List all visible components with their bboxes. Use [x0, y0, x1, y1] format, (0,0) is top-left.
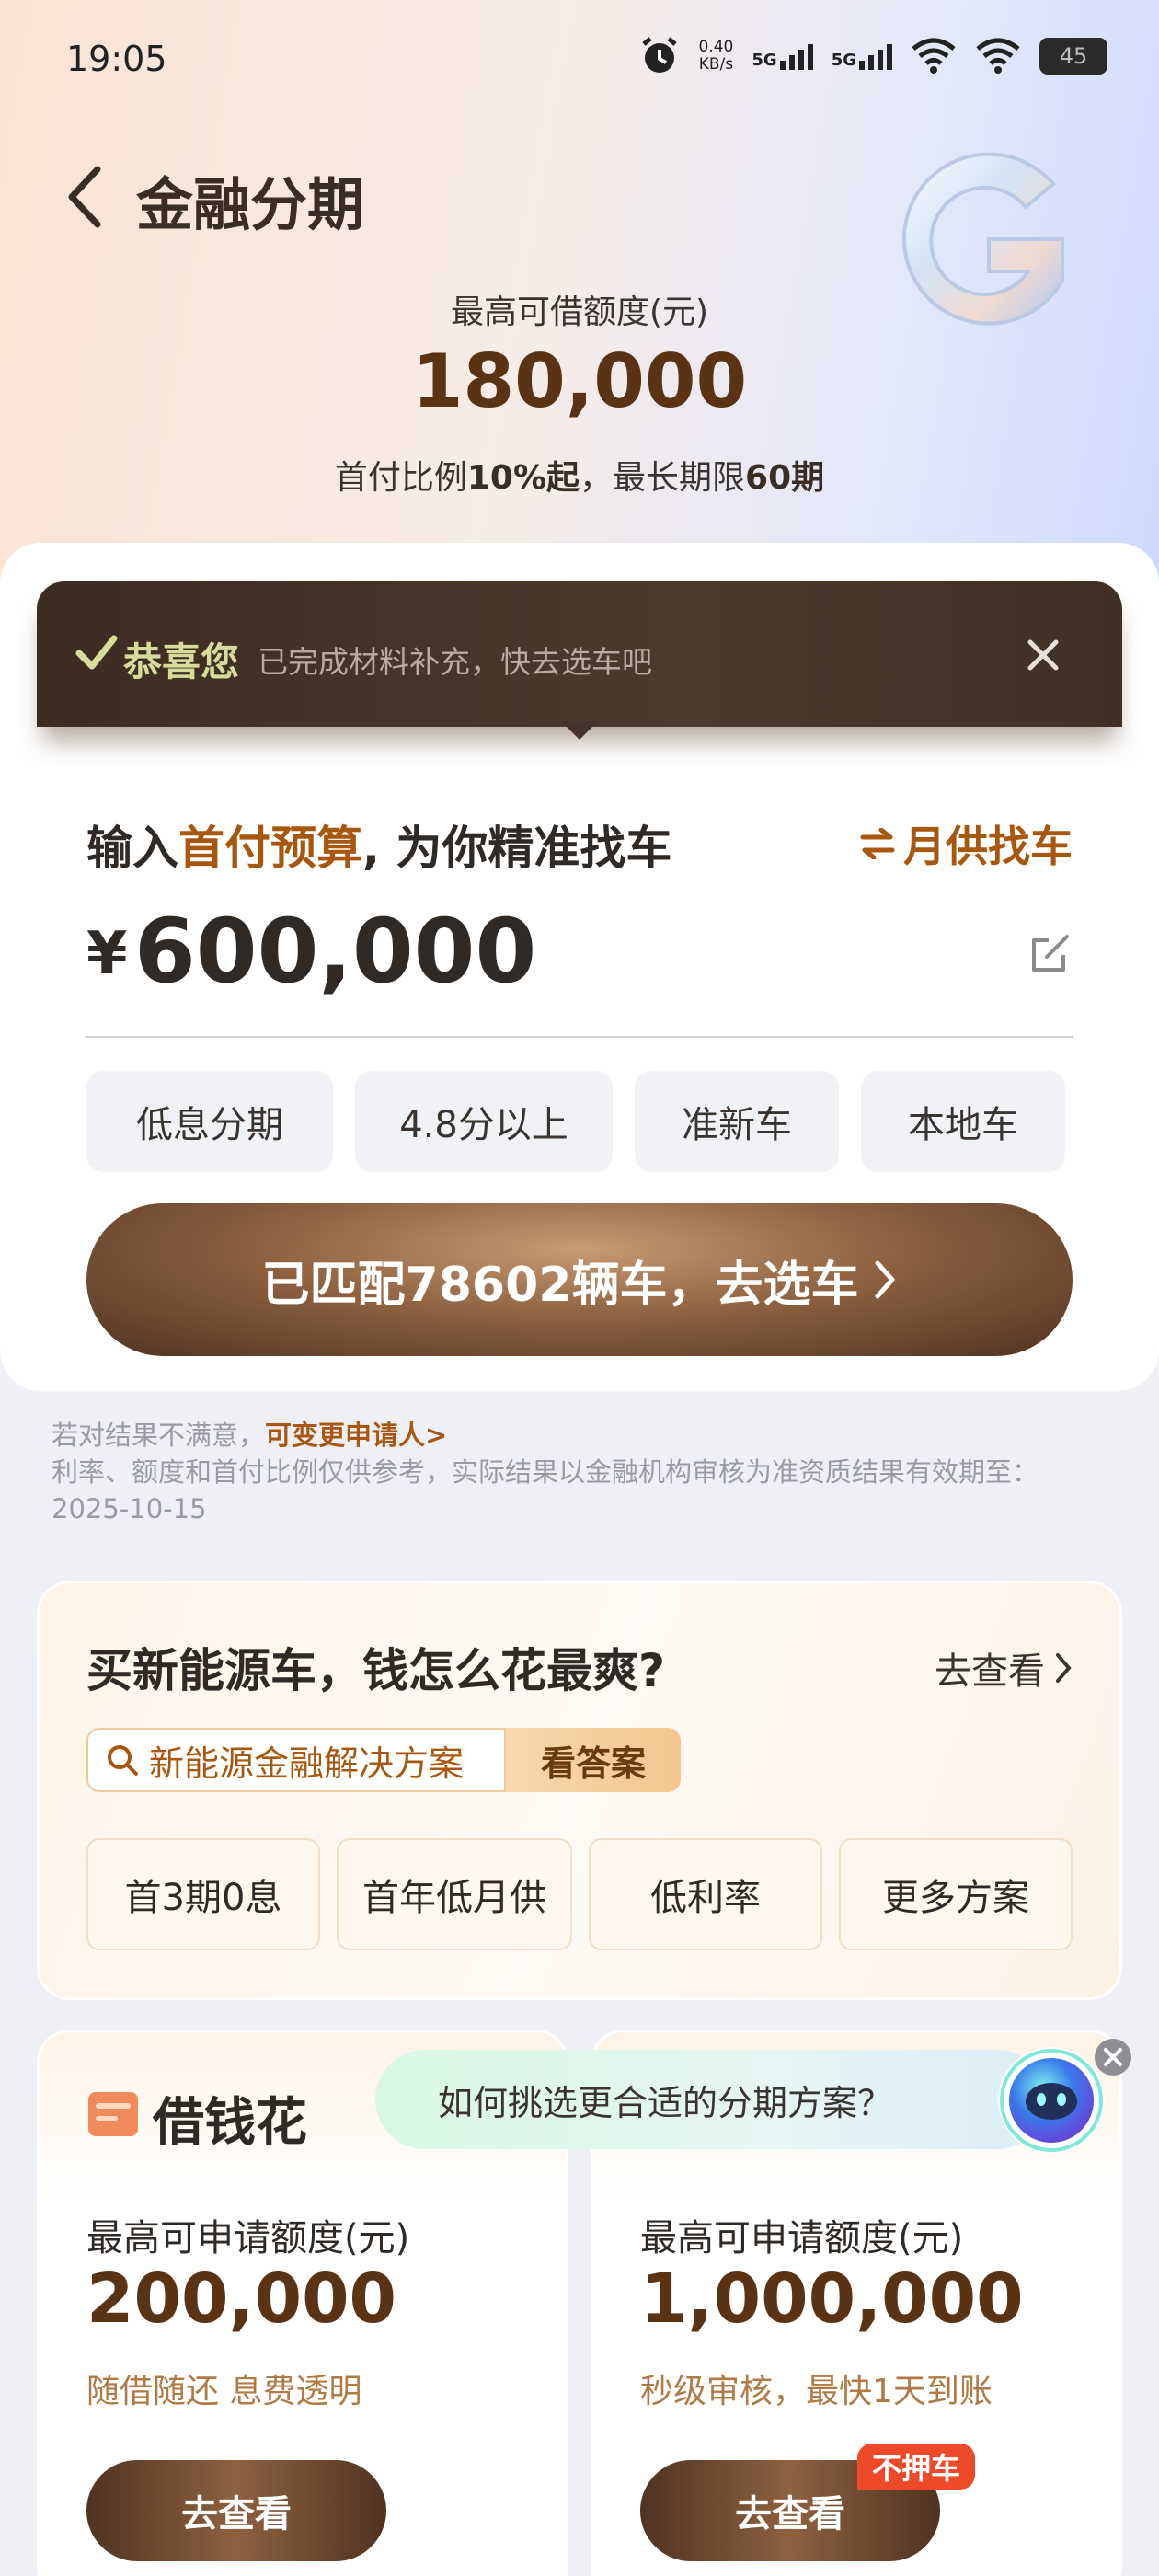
assistant-question: 如何挑选更合适的分期方案？ — [438, 2082, 893, 2123]
alarm-icon — [641, 37, 677, 73]
terms-period: 60期 — [745, 459, 825, 497]
down-payment-input[interactable]: 600,000 — [134, 900, 536, 1003]
input-underline — [86, 1036, 1073, 1038]
filter-chip-low-interest[interactable]: 低息分期 — [86, 1071, 333, 1172]
budget-heading: 输入首付预算, 为你精准找车 — [86, 811, 671, 878]
loan-limit-amount: 200,000 — [86, 2260, 397, 2339]
status-icons: 0.40 KB/s 5G 5G 45 — [638, 35, 1107, 77]
heading-prefix: 输入 — [86, 822, 178, 875]
sim2-label: 5G — [831, 51, 856, 70]
toast-title: 恭喜您 — [123, 639, 240, 684]
disclaimer-body: 利率、额度和首付比例仅供参考，实际结果以金融机构审核为准资质结果有效期至：202… — [52, 1456, 1039, 1524]
terms-mid: ，最长期限 — [580, 459, 746, 497]
sim1-label: 5G — [752, 51, 777, 70]
chevron-right-icon — [875, 1260, 895, 1299]
chevron-right-icon — [1056, 1653, 1072, 1683]
net-speed-unit: KB/s — [698, 55, 734, 74]
change-applicant-link[interactable]: 可变更申请人> — [265, 1420, 447, 1451]
page-title: 金融分期 — [136, 171, 365, 238]
filter-chip-rating[interactable]: 4.8分以上 — [355, 1071, 613, 1172]
ev-plan-chip-low-monthly[interactable]: 首年低月供 — [337, 1838, 572, 1950]
loan-view-button[interactable]: 去查看 — [86, 2460, 386, 2561]
quick-loan-desc: 秒级审核，最快1天到账 — [640, 2373, 993, 2410]
wifi-icon — [912, 38, 956, 74]
filter-chip-local[interactable]: 本地车 — [861, 1071, 1065, 1172]
monthly-payment-search-link[interactable]: 月供找车 — [859, 813, 1073, 874]
ev-view-more-link[interactable]: 去查看 — [935, 1641, 1073, 1695]
ev-card-title: 买新能源车，钱怎么花最爽? — [86, 1644, 666, 1697]
loan-card-desc: 随借随还 息费透明 — [86, 2373, 362, 2410]
ev-plan-chip-zero-interest[interactable]: 首3期0息 — [86, 1838, 320, 1950]
search-icon — [108, 1745, 138, 1776]
back-arrow-icon[interactable] — [64, 164, 105, 230]
assistant-close-icon[interactable] — [1093, 2037, 1133, 2077]
net-speed: 0.40 KB/s — [699, 39, 734, 74]
toast-message: 已完成材料补充，快去选车吧 — [258, 644, 652, 680]
wallet-icon — [88, 2092, 138, 2136]
battery-indicator: 45 — [1039, 38, 1107, 75]
ev-more-label: 去查看 — [935, 1650, 1045, 1693]
credit-limit-amount: 180,000 — [411, 339, 748, 424]
currency-symbol: ¥ — [86, 920, 128, 988]
heading-suffix: , 为你精准找车 — [362, 822, 672, 875]
net-speed-value: 0.40 — [698, 38, 734, 56]
disclaimer-prefix: 若对结果不满意， — [52, 1420, 266, 1451]
ev-search-box[interactable]: 新能源金融解决方案 — [86, 1728, 506, 1792]
assistant-bubble[interactable]: 如何挑选更合适的分期方案？ — [375, 2050, 1047, 2149]
monthly-link-label: 月供找车 — [903, 822, 1073, 871]
loan-card-title: 借钱花 — [153, 2093, 307, 2153]
terms-prefix: 首付比例 — [334, 459, 467, 497]
ev-plan-chip-low-rate[interactable]: 低利率 — [589, 1838, 822, 1950]
signal-sim2-icon: 5G — [832, 42, 892, 70]
close-icon[interactable] — [1025, 637, 1061, 673]
filter-chip-nearly-new[interactable]: 准新车 — [635, 1071, 839, 1172]
disclaimer: 若对结果不满意，可变更申请人> 利率、额度和首付比例仅供参考，实际结果以金融机构… — [52, 1417, 1109, 1527]
wifi-icon-2 — [976, 38, 1020, 74]
edit-icon[interactable] — [1028, 931, 1073, 975]
view-answer-button[interactable]: 看答案 — [506, 1728, 681, 1792]
select-car-button[interactable]: 已匹配78602辆车，去选车 — [86, 1203, 1073, 1356]
check-icon — [75, 635, 118, 670]
no-collateral-badge: 不押车 — [857, 2444, 975, 2490]
signal-sim1-icon: 5G — [752, 42, 813, 70]
ev-plan-chip-more[interactable]: 更多方案 — [839, 1838, 1073, 1950]
terms-ratio: 10%起 — [466, 459, 580, 497]
ev-search-text: 新能源金融解决方案 — [149, 1742, 465, 1784]
credit-limit-label: 最高可借额度(元) — [450, 293, 709, 331]
status-time: 19:05 — [66, 39, 167, 79]
select-car-label: 已匹配78602辆车，去选车 — [261, 1257, 859, 1313]
quick-loan-limit-label: 最高可申请额度(元) — [640, 2217, 964, 2260]
heading-highlight: 首付预算 — [178, 822, 362, 875]
swap-icon — [860, 828, 895, 859]
toast-pointer — [561, 721, 598, 740]
quick-loan-limit-amount: 1,000,000 — [640, 2260, 1024, 2339]
credit-terms: 首付比例10%起，最长期限60期 — [0, 451, 1159, 499]
loan-limit-label: 最高可申请额度(元) — [86, 2217, 410, 2260]
assistant-avatar-icon[interactable] — [995, 2044, 1107, 2156]
